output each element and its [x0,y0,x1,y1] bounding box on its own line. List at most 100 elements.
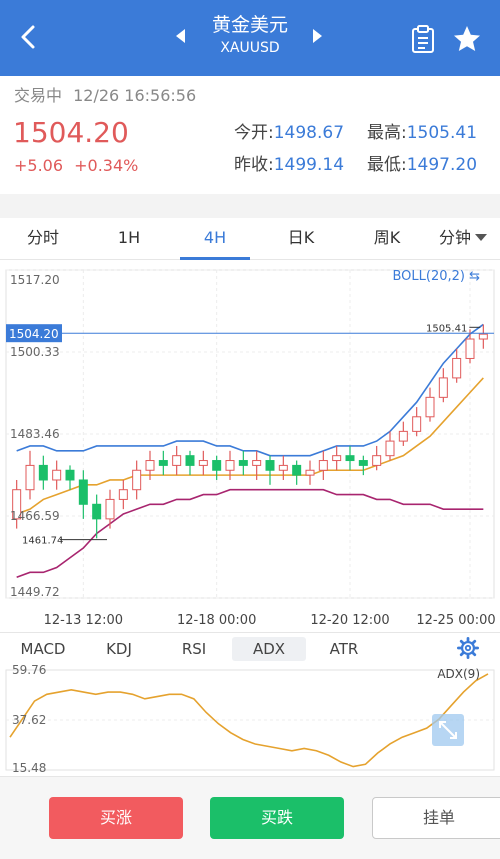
page-title: 黄金美元 [211,14,288,36]
axis-labels: 1517.20 1500.33 1483.46 1466.59 1449.72 12-13… [6,269,496,628]
y-tick-label: 1517.20 [10,273,60,287]
candle-body [52,469,62,481]
low-marker-label: 1461.74 [22,536,63,547]
adx-y-tick-label: 15.48 [12,761,46,775]
current-price: 1504.20 [13,116,129,149]
instrument-title: 黄金美元 XAUUSD [170,12,330,58]
y-tick-label: 1483.46 [10,427,60,441]
candle-body [238,460,248,466]
x-tick-label: 12-18 00:00 [177,613,256,628]
indicator-tabs: MACD KDJ RSI ADX ATR [0,632,500,662]
adx-y-tick-label: 59.76 [12,663,46,677]
tab-atr[interactable]: ATR [307,637,381,661]
high-label: 最高: [367,123,407,143]
x-tick-label: 12-25 00:00 [416,613,495,628]
candle-body [278,464,288,471]
prev-close-label: 昨收: [234,155,274,175]
candle-body [198,460,208,466]
period-tabs: 分时 1H 4H 日K 周K 分钟 [0,218,500,260]
high-stat: 最高:1505.41 [367,118,477,143]
prev-close-value: 1499.14 [273,155,345,175]
candle-body [452,357,462,379]
quote-datetime: 12/26 16:56:56 [73,86,197,105]
candle-body [385,440,395,457]
buy-down-button[interactable]: 买跌 [210,797,344,839]
next-arrow-icon[interactable] [313,29,322,43]
tab-rsi[interactable]: RSI [157,637,231,661]
candle-body [225,460,235,471]
candlestick-chart[interactable]: 1517.20 1500.33 1483.46 1466.59 1449.72 12-13… [0,260,500,632]
y-tick-label: 1449.72 [10,585,60,599]
candle-body [65,469,75,481]
prev-close-stat: 昨收:1499.14 [234,150,344,175]
chevron-down-icon [475,234,487,241]
adx-grid [5,669,495,771]
indicator-label: BOLL(20,2) ⇆ [392,269,480,284]
candle-body [425,396,435,418]
open-label: 今开: [234,123,274,143]
tab-macd[interactable]: MACD [6,637,80,661]
tab-kdj[interactable]: KDJ [82,637,156,661]
pending-order-button[interactable]: 挂单 [372,797,500,839]
candle-body [158,460,168,466]
expand-icon[interactable] [432,714,464,746]
page-subtitle: XAUUSD [220,40,280,56]
tab-1h[interactable]: 1H [94,218,164,260]
low-stat: 最低:1497.20 [367,150,477,175]
trading-status: 交易中 12/26 16:56:56 [14,82,196,106]
candle-body [292,464,302,476]
section-divider [0,194,500,218]
candle-body [212,460,222,471]
app-header: 黄金美元 XAUUSD [0,0,500,76]
candle-body [252,460,262,466]
candle-body [372,455,382,466]
back-icon[interactable] [14,22,44,52]
change-value: +5.06 [14,156,64,175]
x-tick-label: 12-20 12:00 [310,613,389,628]
x-tick-label: 12-13 12:00 [44,613,123,628]
candle-body [478,333,488,340]
chart-grid [5,269,495,599]
candles [12,324,488,539]
gear-icon[interactable] [457,637,479,659]
tab-weekly[interactable]: 周K [352,218,422,260]
candle-body [78,479,88,505]
star-icon[interactable] [452,24,482,54]
tab-adx[interactable]: ADX [232,637,306,661]
open-value: 1498.67 [273,123,345,143]
candle-body [185,455,195,466]
high-value: 1505.41 [406,123,478,143]
candle-body [38,464,48,481]
low-value: 1497.20 [406,155,478,175]
status-text: 交易中 [14,86,63,105]
candle-body [172,455,182,466]
y-tick-label: 1466.59 [10,509,60,523]
buy-up-button[interactable]: 买涨 [49,797,183,839]
tab-daily[interactable]: 日K [266,218,336,260]
candle-body [118,489,128,500]
candle-body [438,377,448,398]
tab-timeshare[interactable]: 分时 [8,218,78,260]
candle-body [305,469,315,476]
tab-4h[interactable]: 4H [180,218,250,260]
low-label: 最低: [367,155,407,175]
candle-body [145,460,155,471]
candle-body [358,460,368,466]
candle-body [132,469,142,491]
trade-bar: 买涨 买跌 挂单 [0,776,500,859]
candle-body [332,455,342,462]
candle-body [412,416,422,432]
boll-upper-line [16,323,484,457]
candle-body [92,503,102,520]
candle-body [105,498,115,520]
current-price-label: 1504.20 [9,327,59,341]
candle-body [345,455,355,462]
candle-body [465,338,475,359]
adx-chart[interactable]: 59.76 37.62 15.48 ADX(9) [0,662,500,776]
open-stat: 今开:1498.67 [234,118,344,143]
change-percent: +0.34% [74,156,139,175]
y-tick-label: 1500.33 [10,345,60,359]
adx-axis-labels: 59.76 37.62 15.48 ADX(9) [12,663,480,775]
tab-minute[interactable]: 分钟 [430,218,496,260]
clipboard-icon[interactable] [410,24,436,54]
